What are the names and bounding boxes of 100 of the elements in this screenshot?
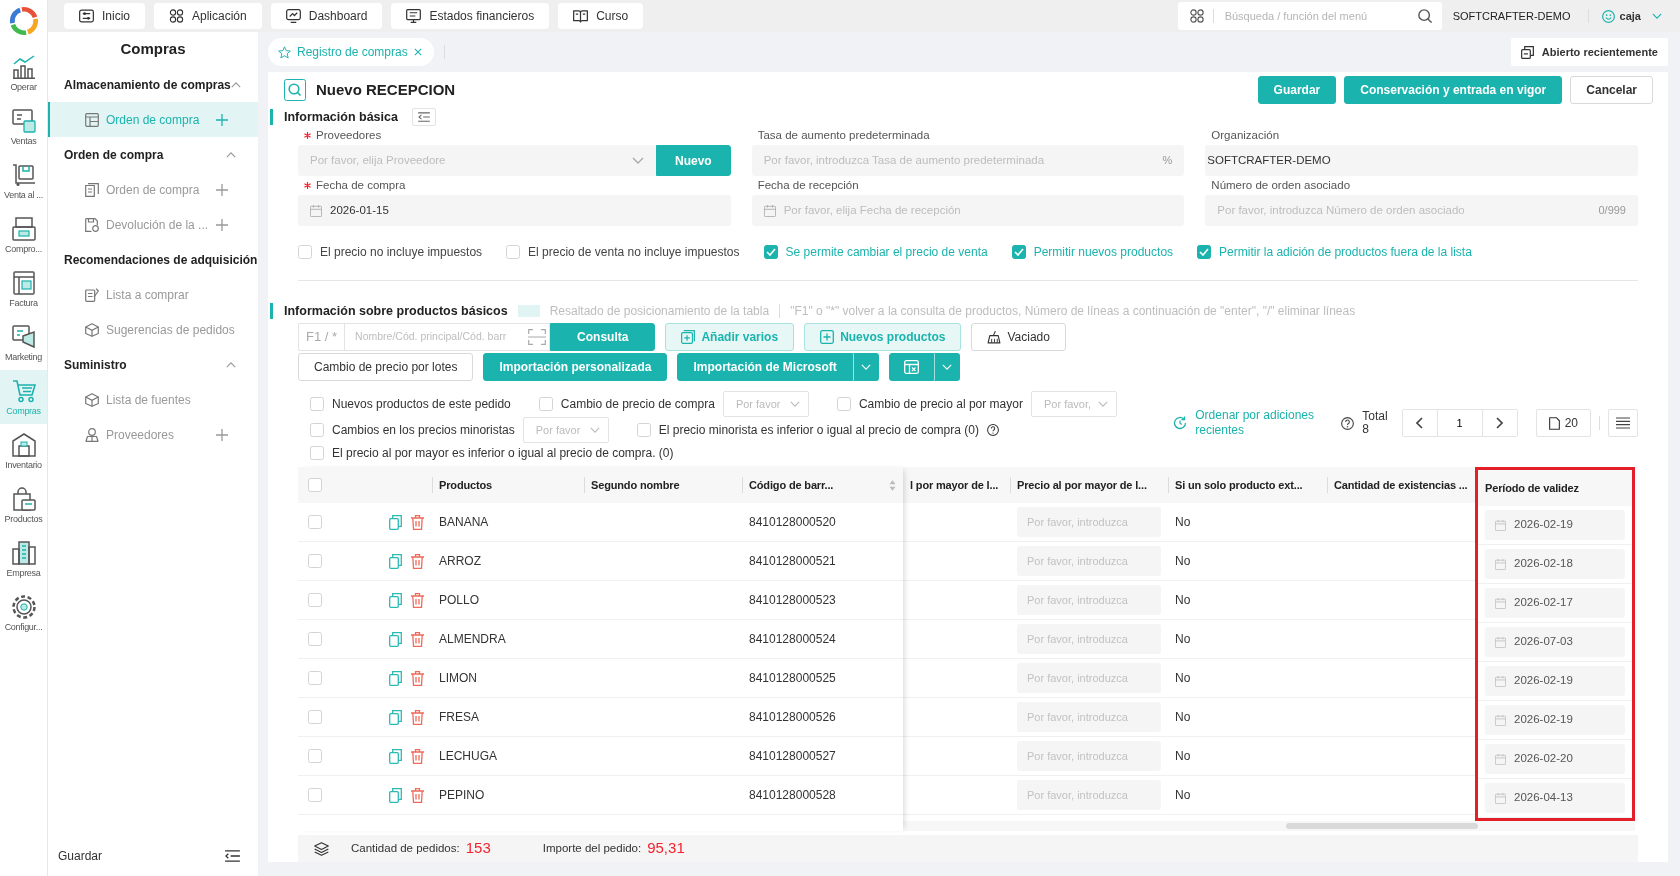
checkbox[interactable] [308,632,322,646]
date-field[interactable]: 2026-02-19 [1485,510,1625,540]
rail-item[interactable]: Venta al ... [0,154,47,208]
date-input[interactable]: 2026-01-15 [330,201,719,220]
checkbox[interactable] [763,244,778,259]
search-input[interactable]: Búsqueda / función del menú [1222,6,1409,26]
trash-icon[interactable] [411,553,424,569]
scrollbar-thumb[interactable] [1286,823,1478,829]
rail-item[interactable]: Operar [0,46,47,100]
collapse-button[interactable] [411,108,436,126]
group-header[interactable]: Almacenamiento de compras [48,67,258,102]
nav-tab[interactable]: Aplicación [154,3,262,29]
checkbox[interactable] [308,554,322,568]
group-header[interactable]: Suministro [48,347,258,382]
checkbox[interactable] [308,710,322,724]
date-field[interactable]: 2026-02-17 [1485,588,1625,618]
rail-item[interactable]: Factura [0,262,47,316]
copy-icon[interactable] [389,670,402,686]
scan-icon[interactable] [528,329,547,345]
text-input[interactable]: SOFTCRAFTER-DEMO [1207,151,1626,170]
nav-tab[interactable]: Inicio [64,3,145,29]
menu-icon[interactable] [225,850,240,862]
rail-item[interactable]: Productos [0,478,47,532]
date-field[interactable]: 2026-02-20 [1485,744,1625,774]
rail-item[interactable]: Inventario [0,424,47,478]
trash-icon[interactable] [411,631,424,647]
dropdown-toggle[interactable] [852,353,879,381]
checkbox[interactable] [310,446,324,460]
rail-item[interactable]: Ventas [0,100,47,154]
nav-tab[interactable]: Estados financieros [391,3,550,29]
checkbox[interactable] [308,788,322,802]
rail-item[interactable]: Configur... [0,586,47,640]
copy-icon[interactable] [389,631,402,647]
copy-icon[interactable] [389,553,402,569]
copy-icon[interactable] [389,592,402,608]
select-input[interactable]: Por favor, elija Proveedore [310,151,624,170]
checkbox[interactable] [538,397,553,411]
spreadsheet-button[interactable] [888,353,934,381]
column-settings-button[interactable] [1608,409,1638,437]
outline-button[interactable]: Vaciado [971,323,1066,351]
trash-icon[interactable] [411,514,424,530]
trash-icon[interactable] [411,787,424,803]
checkbox[interactable] [310,397,324,411]
select-field[interactable]: Por favor, elija Proveedore [298,145,656,176]
search-icon[interactable] [1417,9,1432,23]
help-icon[interactable] [1341,416,1355,430]
date-field[interactable]: 2026-02-19 [1485,666,1625,696]
outline-button[interactable]: Cambio de precio por lotes [298,353,474,381]
checkbox[interactable] [308,515,322,529]
checkbox[interactable] [310,423,324,437]
copy-icon[interactable] [389,748,402,764]
checkbox[interactable] [308,593,322,607]
save-link[interactable]: Guardar [58,847,103,865]
checkbox[interactable] [1011,244,1026,259]
copy-icon[interactable] [389,514,402,530]
date-field[interactable]: 2026-07-03 [1485,627,1625,657]
dropdown-toggle[interactable] [933,353,960,381]
date-input[interactable]: 2026-04-13 [1514,789,1615,807]
checkbox[interactable] [298,244,312,259]
secondary-button[interactable]: Cancelar [1570,76,1653,104]
checkbox[interactable] [308,749,322,763]
add-icon[interactable] [216,428,228,441]
search-field[interactable]: Nombre/Cód. principal/Cód. barr [344,323,551,351]
group-header[interactable]: Orden de compra [48,137,258,172]
add-icon[interactable] [216,183,228,196]
close-icon[interactable] [413,48,422,56]
checkbox[interactable] [836,397,851,411]
date-field[interactable]: 2026-01-15 [298,195,731,226]
user-menu[interactable]: caja [1597,7,1666,25]
copy-icon[interactable] [389,709,402,725]
date-input[interactable]: 2026-02-20 [1514,750,1615,768]
date-input[interactable]: 2026-02-18 [1514,555,1615,573]
add-icon[interactable] [216,218,228,231]
page-input[interactable]: 1 [1436,410,1483,436]
rail-item[interactable]: Empresa [0,532,47,586]
trash-icon[interactable] [411,592,424,608]
rail-item[interactable]: Compro... [0,208,47,262]
nav-tab[interactable]: Curso [558,3,644,29]
page-size-button[interactable]: 20 [1535,409,1591,437]
text-field[interactable]: SOFTCRAFTER-DEMO [1205,145,1638,176]
trash-icon[interactable] [411,748,424,764]
nav-tab[interactable]: Dashboard [270,3,383,29]
rail-item[interactable]: Marketing [0,316,47,370]
sort-icon[interactable] [889,479,896,491]
search-field[interactable]: Búsqueda / función del menú [1177,2,1442,30]
add-icon[interactable] [216,113,228,126]
layers-icon[interactable] [314,841,329,856]
grid-icon[interactable] [1189,9,1204,23]
date-field[interactable]: 2026-04-13 [1485,783,1625,813]
checkbox[interactable] [636,423,651,437]
checkbox[interactable] [308,671,322,685]
date-input[interactable]: 2026-02-19 [1514,672,1615,690]
trash-icon[interactable] [411,709,424,725]
checkbox[interactable] [308,478,322,492]
date-input[interactable]: 2026-02-17 [1514,594,1615,612]
pagination-control[interactable]: 1 [1401,409,1518,437]
checkbox[interactable] [506,244,521,259]
checkbox[interactable] [1197,244,1212,259]
refresh-icon[interactable] [1173,416,1188,430]
date-input[interactable]: 2026-07-03 [1514,633,1615,651]
